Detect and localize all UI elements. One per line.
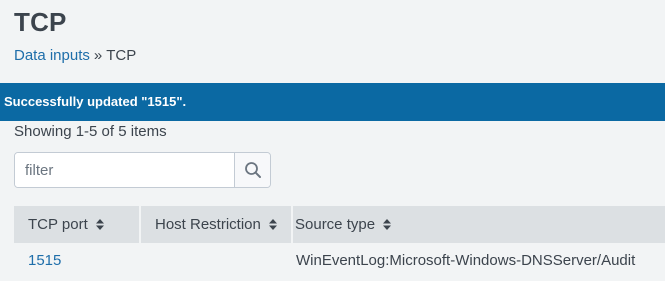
page-title: TCP — [14, 7, 67, 37]
sort-icon — [383, 218, 392, 230]
column-divider — [139, 206, 141, 243]
item-count-text: Showing 1-5 of 5 items — [14, 123, 167, 140]
column-header-host-restriction[interactable]: Host Restriction — [155, 206, 278, 243]
sort-icon — [269, 218, 278, 230]
column-header-tcp-port[interactable]: TCP port — [28, 206, 104, 243]
search-icon — [244, 162, 261, 178]
breadcrumb-current: TCP — [106, 47, 137, 64]
breadcrumb: Data inputs» TCP — [14, 47, 136, 64]
column-label-tcp-port: TCP port — [28, 216, 88, 233]
column-label-host-restriction: Host Restriction — [155, 216, 261, 233]
filter-box — [14, 152, 271, 188]
filter-input[interactable] — [15, 153, 234, 187]
breadcrumb-data-inputs-link[interactable]: Data inputs — [14, 47, 90, 64]
sort-icon — [95, 218, 104, 230]
column-label-source-type: Source type — [295, 216, 376, 233]
success-banner: Successfully updated "1515". — [0, 83, 665, 121]
column-divider — [291, 206, 293, 243]
tcp-port-link[interactable]: 1515 — [28, 252, 61, 269]
search-button[interactable] — [234, 153, 270, 187]
table-header: TCP port Host Restriction Source type — [14, 206, 665, 243]
source-type-cell: WinEventLog:Microsoft-Windows-DNSServer/… — [296, 252, 636, 269]
column-header-source-type[interactable]: Source type — [295, 206, 392, 243]
page: TCP Data inputs» TCP Successfully updated… — [0, 0, 665, 281]
breadcrumb-separator: » — [93, 47, 103, 64]
